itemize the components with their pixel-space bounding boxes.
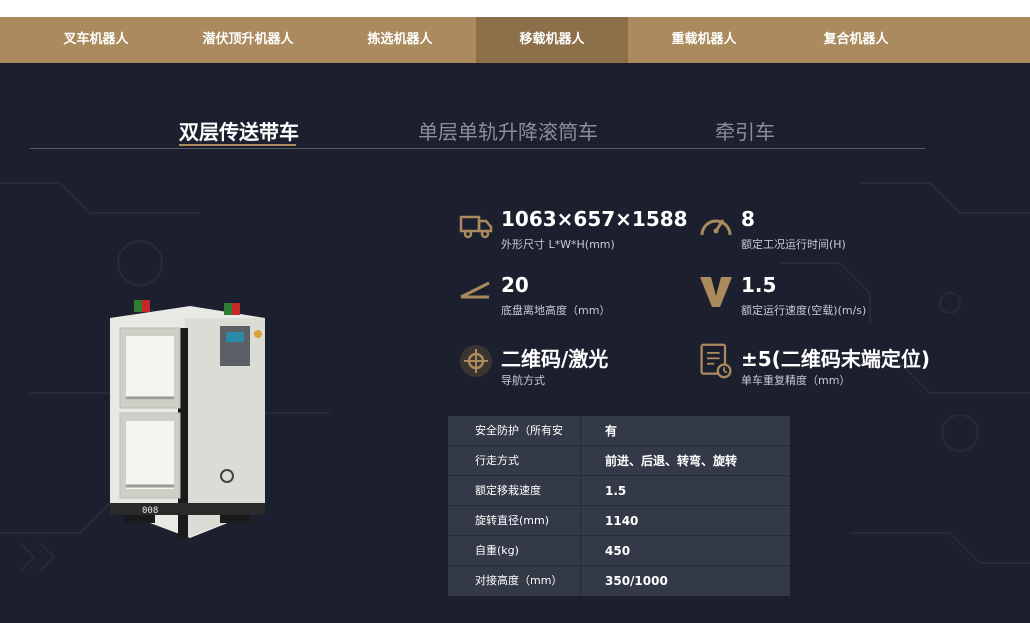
spec-label: 额定工况运行时间(H): [741, 238, 846, 251]
spec-value: 二维码/激光: [501, 347, 609, 371]
document-clock-icon: [700, 343, 732, 379]
spec-runtime: 8 额定工况运行时间(H): [698, 207, 938, 257]
category-tab-transfer[interactable]: 移载机器人: [476, 17, 628, 63]
robot-image: 008: [110, 300, 265, 538]
gauge-icon: [700, 219, 732, 236]
spec-navigation: 二维码/激光 导航方式: [458, 343, 698, 393]
category-tab-forklift[interactable]: 叉车机器人: [0, 17, 172, 63]
spec-value: 1.5: [741, 273, 777, 297]
table-value: 450: [605, 544, 631, 558]
spec-value: 1063×657×1588: [501, 207, 688, 231]
table-key: 旋转直径(mm): [448, 506, 581, 536]
category-tab-jacking[interactable]: 潜伏顶升机器人: [172, 17, 324, 63]
top-white-strip: [0, 0, 1030, 17]
spec-label: 外形尺寸 L*W*H(mm): [501, 238, 615, 251]
active-tab-underline: [179, 144, 296, 146]
spec-speed: 1.5 额定运行速度(空载)(m/s): [698, 273, 938, 323]
tab-single-rail-roller[interactable]: 单层单轨升降滚筒车: [418, 116, 598, 145]
tab-tow-tractor[interactable]: 牵引车: [715, 116, 775, 145]
spec-label: 底盘离地高度（mm）: [501, 304, 611, 317]
tabs-divider: [30, 148, 925, 149]
navigation-target-icon: [460, 345, 492, 377]
table-row: 安全防护（所有安 有: [448, 416, 790, 446]
ground-clearance-icon: [460, 281, 490, 299]
table-key: 额定移栽速度: [448, 476, 581, 506]
table-row: 额定移栽速度 1.5: [448, 476, 790, 506]
table-key: 自重(kg): [448, 536, 581, 566]
table-key: 对接高度（mm）: [448, 566, 581, 596]
tab-double-conveyor[interactable]: 双层传送带车: [179, 116, 299, 145]
category-nav: 叉车机器人 潜伏顶升机器人 拣选机器人 移载机器人 重载机器人 复合机器人: [0, 17, 1030, 63]
product-panel: 双层传送带车 单层单轨升降滚筒车 牵引车 008 1063×657×1588 外…: [0, 63, 1030, 623]
spec-dimensions: 1063×657×1588 外形尺寸 L*W*H(mm): [458, 207, 698, 257]
table-value: 前进、后退、转弯、旋转: [605, 454, 738, 468]
robot-badge: 008: [142, 506, 158, 516]
spec-label: 导航方式: [501, 374, 545, 387]
table-key: 安全防护（所有安: [448, 416, 581, 446]
table-row: 旋转直径(mm) 1140: [448, 506, 790, 536]
table-row: 行走方式 前进、后退、转弯、旋转: [448, 446, 790, 476]
table-row: 自重(kg) 450: [448, 536, 790, 566]
spec-ground-clearance: 20 底盘离地高度（mm）: [458, 273, 698, 323]
category-tab-picking[interactable]: 拣选机器人: [324, 17, 476, 63]
category-tab-composite[interactable]: 复合机器人: [780, 17, 932, 63]
table-value: 350/1000: [605, 574, 668, 588]
spec-value: 20: [501, 273, 529, 297]
spec-label: 额定运行速度(空载)(m/s): [741, 304, 867, 317]
spec-value: 8: [741, 207, 755, 231]
table-key: 行走方式: [448, 446, 581, 476]
table-value: 1140: [605, 514, 639, 528]
truck-icon: [459, 215, 493, 239]
table-value: 有: [605, 424, 618, 438]
spec-label: 单车重复精度（mm）: [741, 374, 851, 387]
spec-value: ±5(二维码末端定位): [741, 347, 930, 371]
table-value: 1.5: [605, 484, 627, 498]
category-tab-heavy-load[interactable]: 重载机器人: [628, 17, 780, 63]
product-tabs: 双层传送带车 单层单轨升降滚筒车 牵引车: [0, 108, 1030, 148]
table-row: 对接高度（mm） 350/1000: [448, 566, 790, 596]
spec-precision: ±5(二维码末端定位) 单车重复精度（mm）: [698, 343, 938, 393]
spec-table: 安全防护（所有安 有 行走方式 前进、后退、转弯、旋转 额定移栽速度 1.5 旋…: [448, 416, 790, 596]
velocity-icon: [700, 277, 732, 307]
